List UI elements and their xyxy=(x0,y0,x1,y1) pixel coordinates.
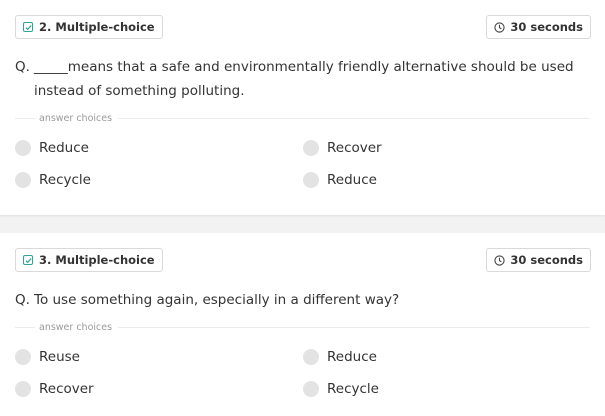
radio-icon[interactable] xyxy=(15,349,31,365)
answer-choice-label: Recover xyxy=(327,140,382,156)
radio-icon[interactable] xyxy=(15,140,31,156)
answer-choice-label: Recycle xyxy=(39,172,91,188)
question-text: Q. To use something again, especially in… xyxy=(15,288,575,312)
question-type-label: 3. Multiple-choice xyxy=(39,253,155,267)
answer-choice[interactable]: Reduce xyxy=(15,138,89,158)
time-label: 30 seconds xyxy=(510,20,583,34)
question-prefix: Q. xyxy=(15,292,30,308)
checkbox-icon xyxy=(23,22,33,32)
clock-icon xyxy=(494,254,505,266)
time-label: 30 seconds xyxy=(510,253,583,267)
question-body: To use something again, especially in a … xyxy=(34,292,400,308)
time-badge: 30 seconds xyxy=(486,15,591,39)
question-prefix: Q. xyxy=(15,59,30,75)
question-type-badge: 2. Multiple-choice xyxy=(15,15,163,39)
clock-icon xyxy=(494,21,505,33)
question-text: Q. _____means that a safe and environmen… xyxy=(15,55,575,103)
answer-choice-label: Recycle xyxy=(327,381,379,397)
answer-choices-divider: answer choices xyxy=(15,113,590,124)
question-card-3: 3. Multiple-choice 30 seconds Q. To use … xyxy=(0,233,605,416)
answer-choice[interactable]: Recycle xyxy=(15,170,91,190)
answer-choice[interactable]: Reuse xyxy=(15,347,80,367)
radio-icon[interactable] xyxy=(303,381,319,397)
answer-choice[interactable]: Recover xyxy=(303,138,382,158)
question-type-label: 2. Multiple-choice xyxy=(39,20,155,34)
time-badge: 30 seconds xyxy=(486,248,591,272)
radio-icon[interactable] xyxy=(15,172,31,188)
answer-choice[interactable]: Recycle xyxy=(303,379,379,399)
answer-choice[interactable]: Recover xyxy=(15,379,94,399)
answer-choice-label: Reduce xyxy=(327,172,377,188)
radio-icon[interactable] xyxy=(303,140,319,156)
radio-icon[interactable] xyxy=(303,349,319,365)
answer-choice-label: Reduce xyxy=(327,349,377,365)
radio-icon[interactable] xyxy=(15,381,31,397)
answer-choice-label: Reuse xyxy=(39,349,80,365)
answer-choice[interactable]: Reduce xyxy=(303,347,377,367)
radio-icon[interactable] xyxy=(303,172,319,188)
divider-line xyxy=(15,327,35,328)
question-type-badge: 3. Multiple-choice xyxy=(15,248,163,272)
answer-choices-label: answer choices xyxy=(39,322,113,333)
divider-line xyxy=(118,118,590,119)
answer-choice[interactable]: Reduce xyxy=(303,170,377,190)
answer-choices-divider: answer choices xyxy=(15,322,590,333)
question-card-2: 2. Multiple-choice 30 seconds Q. _____me… xyxy=(0,0,605,215)
answer-choice-label: Recover xyxy=(39,381,94,397)
divider-line xyxy=(15,118,35,119)
divider-line xyxy=(118,327,590,328)
answer-choices-label: answer choices xyxy=(39,113,113,124)
checkbox-icon xyxy=(23,255,33,265)
question-body: _____means that a safe and environmental… xyxy=(34,59,574,99)
answer-choice-label: Reduce xyxy=(39,140,89,156)
